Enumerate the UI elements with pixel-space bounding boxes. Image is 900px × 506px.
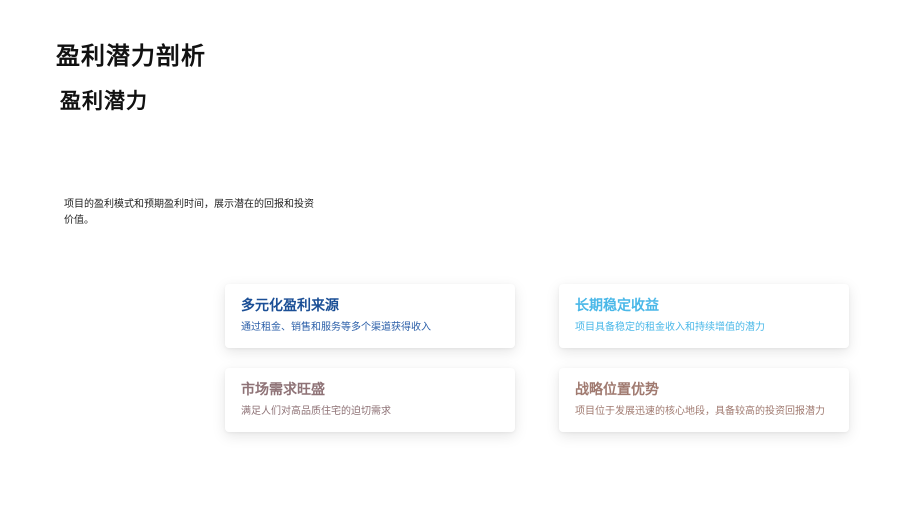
card-text: 项目具备稳定的租金收入和持续增值的潜力 (575, 322, 765, 333)
card-market-demand: 市场需求旺盛 满足人们对高品质住宅的迫切需求 (225, 368, 515, 432)
page-title: 盈利潜力剖析 (56, 42, 206, 70)
card-strategic-location: 战略位置优势 项目位于发展迅速的核心地段，具备较高的投资回报潜力 (559, 368, 849, 432)
card-text: 满足人们对高品质住宅的迫切需求 (241, 406, 391, 417)
section-subtitle: 盈利潜力 (60, 89, 148, 113)
card-text: 通过租金、销售和服务等多个渠道获得收入 (241, 322, 431, 333)
card-stable-income: 长期稳定收益 项目具备稳定的租金收入和持续增值的潜力 (559, 284, 849, 348)
card-text: 项目位于发展迅速的核心地段，具备较高的投资回报潜力 (575, 406, 825, 417)
card-title: 战略位置优势 (575, 382, 659, 398)
card-diversified-revenue: 多元化盈利来源 通过租金、销售和服务等多个渠道获得收入 (225, 284, 515, 348)
description-text: 项目的盈利模式和预期盈利时间，展示潜在的回报和投资价值。 (64, 199, 314, 226)
card-title: 长期稳定收益 (575, 298, 659, 314)
card-title: 多元化盈利来源 (241, 298, 339, 314)
card-title: 市场需求旺盛 (241, 382, 325, 398)
